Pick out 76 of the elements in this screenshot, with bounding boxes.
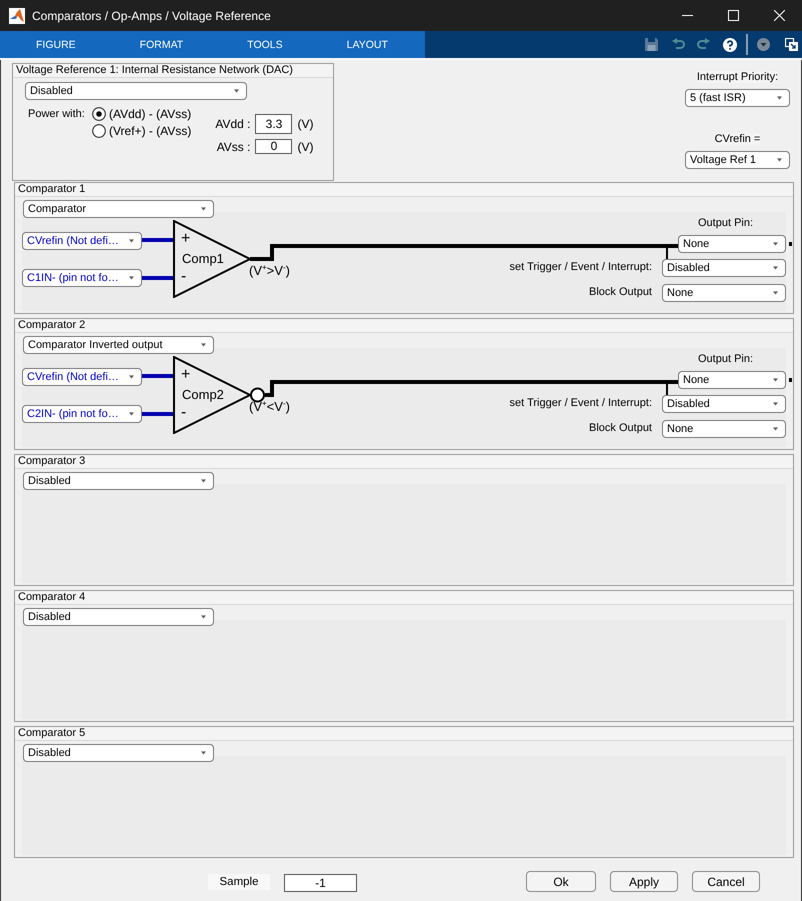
pin-stub xyxy=(789,242,792,246)
output-pin-dropdown[interactable]: None xyxy=(678,371,786,389)
priority-dropdown[interactable]: 5 (fast ISR) xyxy=(685,89,790,107)
block-output-label: Block Output xyxy=(589,286,652,298)
input-sign: + xyxy=(181,367,190,383)
radio-option[interactable]: (Vref+) - (AVss) xyxy=(92,124,192,138)
undo-icon[interactable] xyxy=(672,38,685,51)
close-icon xyxy=(774,10,784,21)
trigger-wire xyxy=(666,246,668,259)
save-icon[interactable] xyxy=(645,38,658,51)
pin-stub xyxy=(789,378,792,382)
panel-title: Comparator 4 xyxy=(18,591,86,603)
input-sign: - xyxy=(181,269,186,285)
trigger-label: set Trigger / Event / Interrupt: xyxy=(510,261,652,273)
cvrefin-dropdown[interactable]: Voltage Ref 1 xyxy=(685,151,790,169)
cvrefin-label: CVrefin = xyxy=(714,133,760,145)
trigger-label: set Trigger / Event / Interrupt: xyxy=(510,397,652,409)
unit-label: (V) xyxy=(297,117,314,131)
redo-icon[interactable] xyxy=(697,38,710,51)
output-pin-label: Output Pin: xyxy=(698,353,754,365)
relation-label: (V$^{+}$<V$^{-}$) xyxy=(249,399,290,414)
relation-label: (V$^{+}$>V$^{-}$) xyxy=(249,263,290,278)
dialog-button[interactable]: Cancel xyxy=(692,871,760,892)
input-sign: + xyxy=(181,231,190,247)
comparator-name: Comp1 xyxy=(182,252,224,266)
voltage-field[interactable]: 0 xyxy=(255,139,292,154)
priority-label: Interrupt Priority: xyxy=(696,71,778,83)
undock-icon[interactable] xyxy=(785,38,798,51)
panel-title: Comparator 3 xyxy=(18,455,86,467)
block-output-dropdown[interactable]: None xyxy=(662,420,786,438)
voltage-field[interactable]: 3.3 xyxy=(255,114,292,134)
output-pin-label: Output Pin: xyxy=(698,217,754,229)
ribbon-tab[interactable]: LAYOUT xyxy=(314,31,420,58)
source-dropdown[interactable]: CVrefin (Not defi… xyxy=(22,368,142,386)
mode-dropdown[interactable]: Disabled xyxy=(23,744,214,762)
panel-title: Comparator 2 xyxy=(18,319,86,331)
dialog-button[interactable]: Apply xyxy=(610,871,678,892)
ribbon-tab[interactable]: FIGURE xyxy=(4,31,108,58)
supply-label: AVdd : xyxy=(215,117,250,131)
comparator-name: Comp2 xyxy=(182,388,224,402)
trigger-wire xyxy=(666,382,668,395)
input-wire xyxy=(142,412,173,416)
block-output-dropdown[interactable]: None xyxy=(662,284,786,302)
source-dropdown[interactable]: C2IN- (pin not fo… xyxy=(22,405,142,423)
radio-option[interactable]: (AVdd) - (AVss) xyxy=(92,107,192,121)
panel-title: Comparator 5 xyxy=(18,727,86,739)
supply-label: AVss : xyxy=(216,140,250,154)
input-wire xyxy=(142,238,173,242)
help-icon[interactable] xyxy=(723,38,737,52)
source-dropdown[interactable]: C1IN- (pin not fo… xyxy=(22,269,142,287)
power-label: Power with: xyxy=(28,108,86,120)
mode-dropdown[interactable]: Disabled xyxy=(23,608,214,626)
dropdown-icon[interactable] xyxy=(757,38,770,51)
output-pin-dropdown[interactable]: None xyxy=(678,235,786,253)
mode-dropdown[interactable]: Disabled xyxy=(23,472,214,490)
input-wire xyxy=(142,374,173,378)
input-wire xyxy=(142,276,173,280)
trigger-dropdown[interactable]: Disabled xyxy=(662,395,786,413)
mode-dropdown[interactable]: Comparator xyxy=(23,200,214,218)
maximize-icon xyxy=(728,10,738,21)
block-output-label: Block Output xyxy=(589,422,652,434)
unit-label: (V) xyxy=(297,140,314,154)
sample-label: Sample xyxy=(208,874,270,890)
ribbon-tab[interactable]: TOOLS xyxy=(215,31,315,58)
sample-field[interactable]: -1 xyxy=(284,874,357,892)
panel-title: Voltage Reference 1: Internal Resistance Network (DAC) xyxy=(16,64,293,76)
mode-dropdown[interactable]: Comparator Inverted output xyxy=(23,336,214,354)
ribbon-tab[interactable]: FORMAT xyxy=(108,31,216,58)
dialog-button[interactable]: Ok xyxy=(526,871,596,892)
window-title: Comparators / Op-Amps / Voltage Reference xyxy=(32,8,271,22)
source-dropdown[interactable]: CVrefin (Not defi… xyxy=(22,232,142,250)
input-sign: - xyxy=(181,405,186,421)
mode-dropdown[interactable]: Disabled xyxy=(25,82,247,100)
panel-title: Comparator 1 xyxy=(18,183,86,195)
trigger-dropdown[interactable]: Disabled xyxy=(662,259,786,277)
app-logo-icon xyxy=(9,8,25,24)
